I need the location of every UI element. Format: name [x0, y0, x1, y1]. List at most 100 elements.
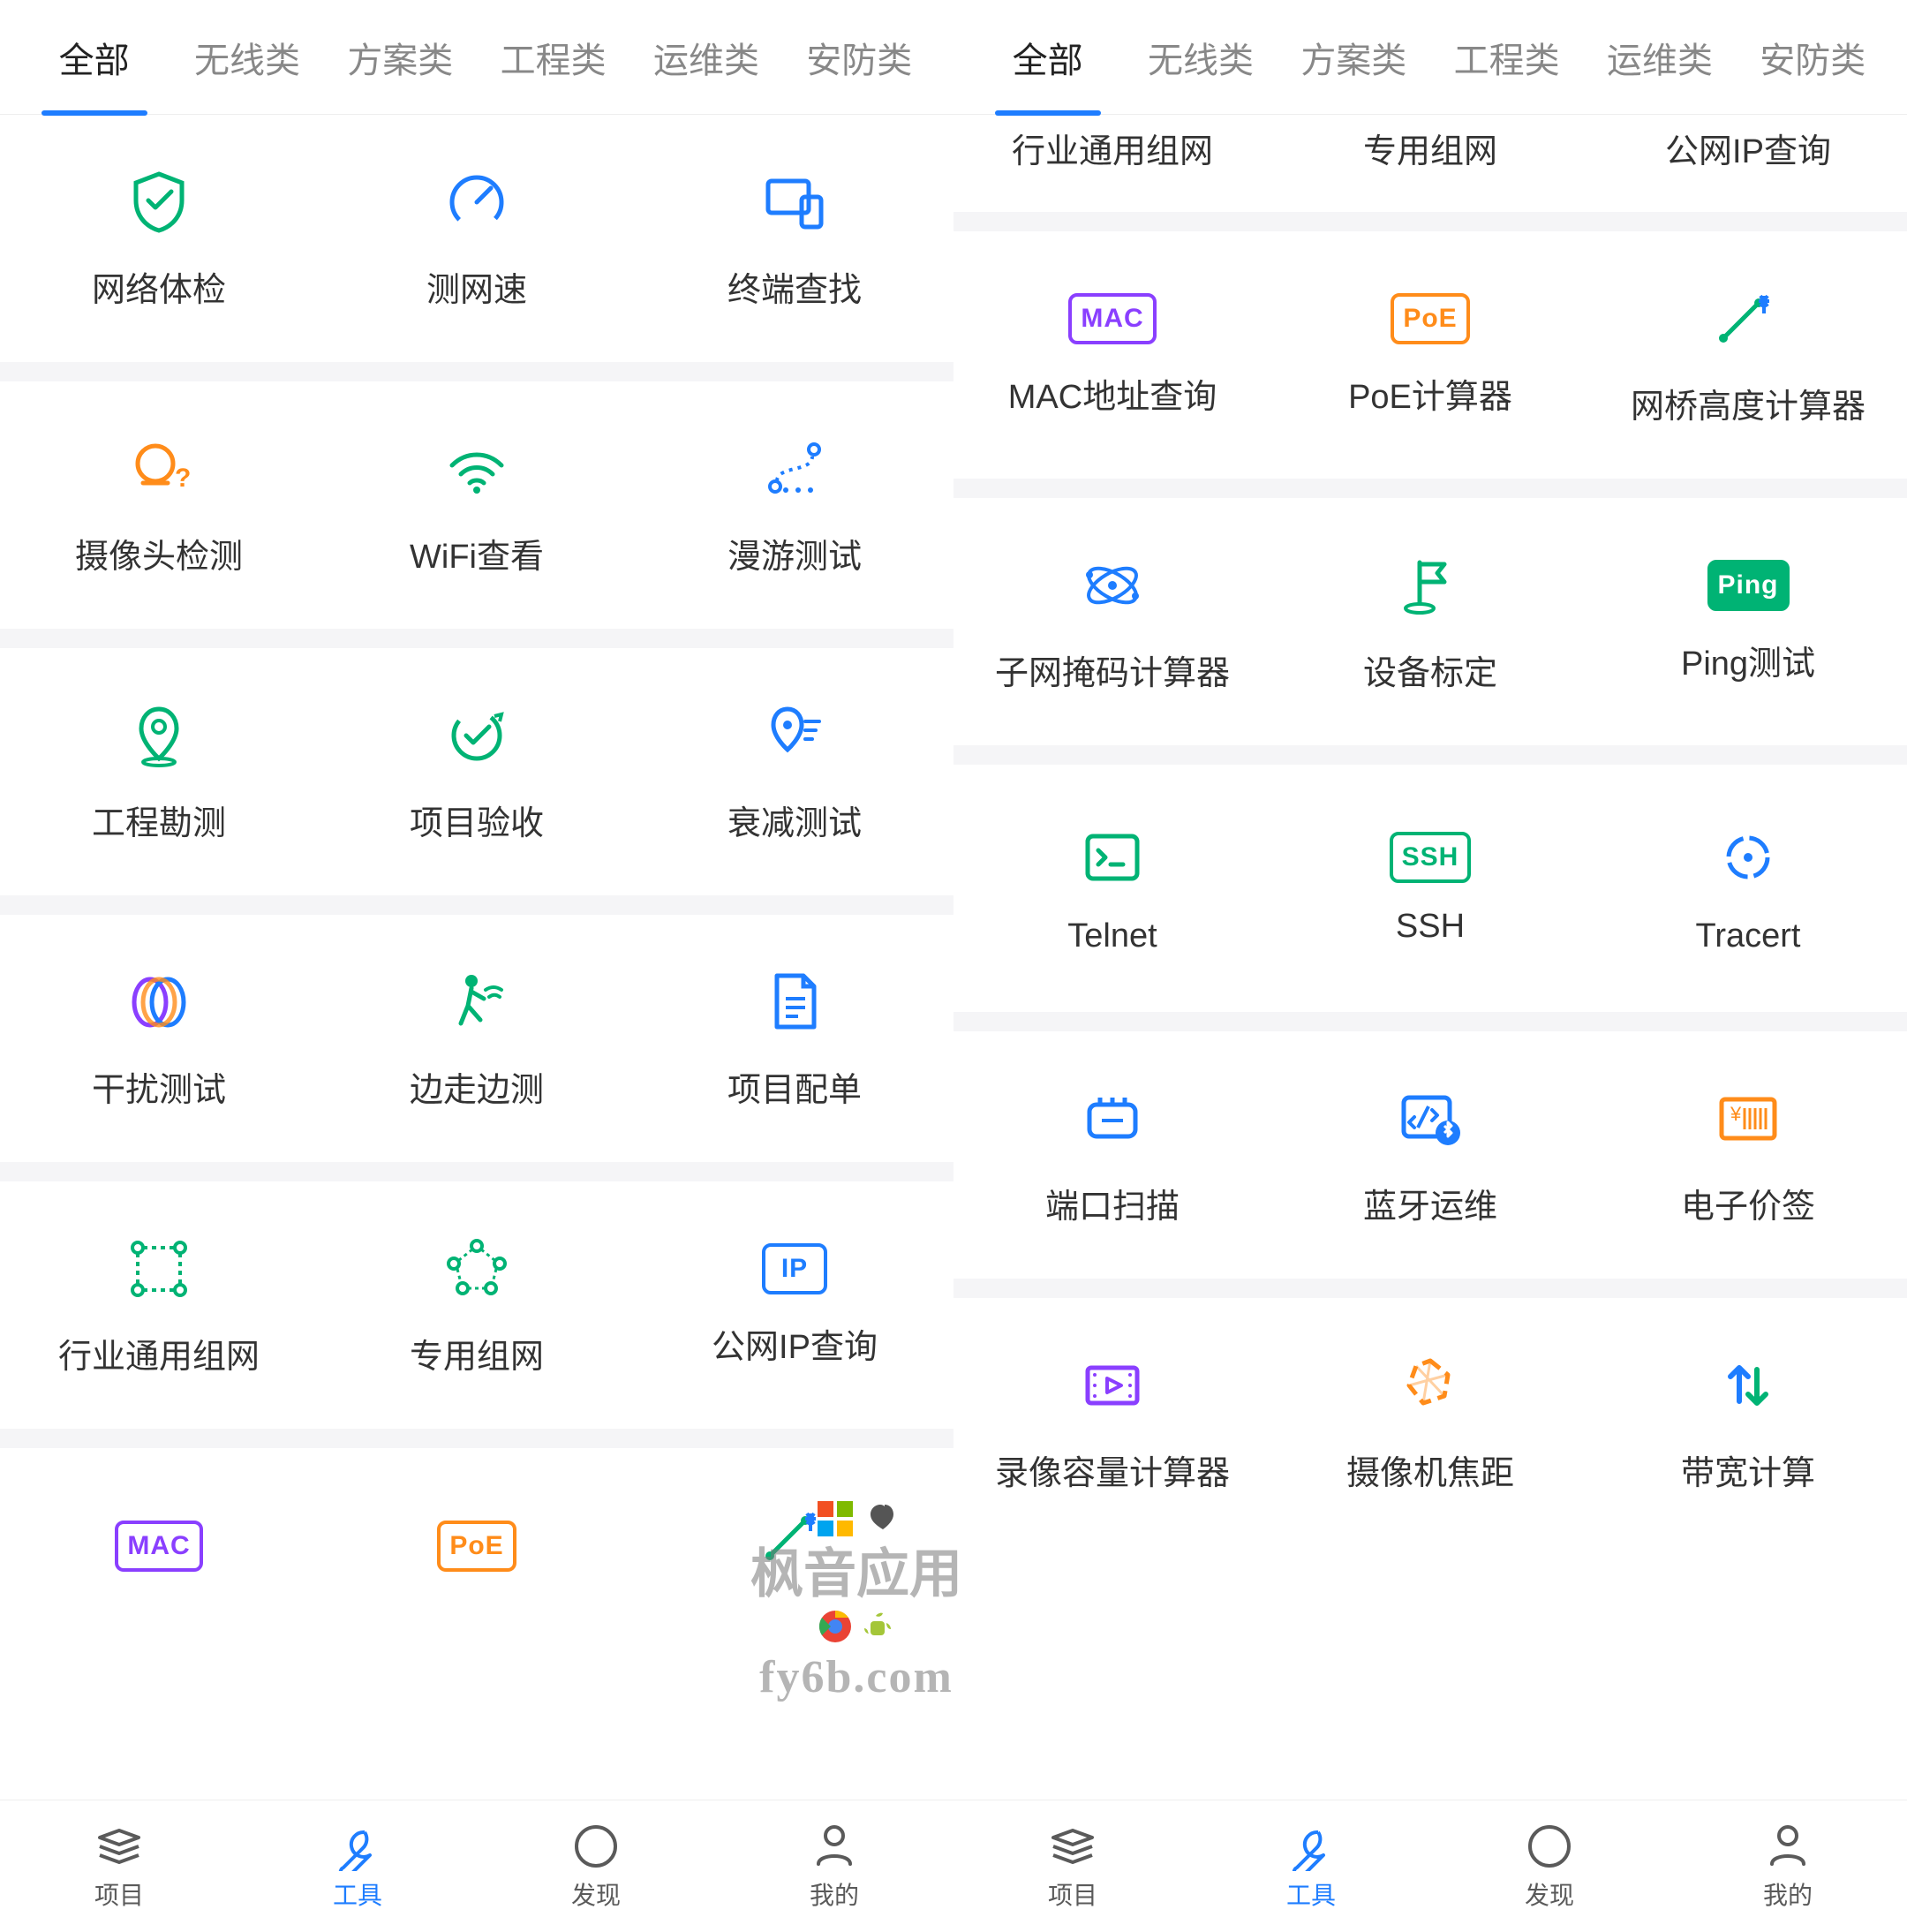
tool-label: Ping测试 [1681, 636, 1815, 684]
tab-wireless[interactable]: 无线类 [170, 0, 323, 115]
bridge-icon [1713, 283, 1783, 354]
portscan-icon [1077, 1083, 1148, 1154]
tool-calib[interactable]: 设备标定 [1271, 498, 1589, 745]
tool-telnet[interactable]: Telnet [954, 765, 1271, 1012]
discover-nav-icon [1525, 1822, 1574, 1871]
section-divider [954, 1012, 1907, 1031]
tool-label: 网络体检 [92, 262, 226, 311]
tool-bridge[interactable]: 网桥高度计算器 [1589, 231, 1907, 479]
tool-net-check[interactable]: 网络体检 [0, 115, 318, 362]
tab-security[interactable]: 安防类 [783, 0, 936, 115]
tab-ops[interactable]: 运维类 [1583, 0, 1736, 115]
tab-ops[interactable]: 运维类 [629, 0, 782, 115]
ip-badge-icon: IP [762, 1243, 827, 1294]
tool-ip[interactable]: IP 公网IP查询 [636, 1181, 954, 1429]
tab-engineering[interactable]: 工程类 [1430, 0, 1583, 115]
tool-label: 漫游测试 [727, 529, 862, 577]
tab-all[interactable]: 全部 [971, 0, 1124, 115]
tool-topo[interactable]: 行业通用组网 [0, 1181, 318, 1429]
tool-poe[interactable]: PoE [318, 1448, 636, 1581]
ping-badge-icon: Ping [1707, 560, 1790, 611]
tools-content-right: 行业通用组网专用组网公网IP查询 MAC MAC地址查询 PoE PoE计算器 … [954, 115, 1907, 1800]
tool-terminal-find[interactable]: 终端查找 [636, 115, 954, 362]
tool-camera-detect[interactable]: 摄像头检测 [0, 381, 318, 629]
tool-roam-test[interactable]: 漫游测试 [636, 381, 954, 629]
nav-project[interactable]: 项目 [954, 1800, 1192, 1932]
tool-focal[interactable]: 摄像机焦距 [1271, 1298, 1589, 1545]
tool-subnet[interactable]: 子网掩码计算器 [954, 498, 1271, 745]
tab-wireless[interactable]: 无线类 [1124, 0, 1277, 115]
nav-discover[interactable]: 发现 [477, 1800, 715, 1932]
tool-label: 工程勘测 [92, 796, 226, 844]
tool-ssh[interactable]: SSH SSH [1271, 765, 1589, 1012]
tool-record[interactable]: 录像容量计算器 [954, 1298, 1271, 1545]
nav-mine[interactable]: 我的 [715, 1800, 954, 1932]
tool-accept[interactable]: 项目验收 [318, 648, 636, 895]
atten-icon [759, 700, 830, 771]
nav-mine[interactable]: 我的 [1669, 1800, 1907, 1932]
tool-group: 工程勘测 项目验收 衰减测试 [0, 648, 954, 895]
tracert-icon [1713, 822, 1783, 893]
tool-bom[interactable]: 项目配单 [636, 915, 954, 1162]
tool-atten[interactable]: 衰减测试 [636, 648, 954, 895]
tool-toplabel-2[interactable]: 公网IP查询 [1589, 115, 1907, 212]
tool-label: 终端查找 [727, 262, 862, 311]
tool-label: 测网速 [426, 262, 527, 311]
section-divider [0, 362, 954, 381]
tool-poe[interactable]: PoE PoE计算器 [1271, 231, 1589, 479]
tab-solution[interactable]: 方案类 [324, 0, 477, 115]
tool-toplabel-0[interactable]: 行业通用组网 [954, 115, 1271, 212]
tool-label: 项目配单 [727, 1062, 862, 1111]
tool-portscan[interactable]: 端口扫描 [954, 1031, 1271, 1279]
tool-survey[interactable]: 工程勘测 [0, 648, 318, 895]
mine-nav-icon [810, 1822, 859, 1871]
tool-wifi-view[interactable]: WiFi查看 [318, 381, 636, 629]
tool-label: 设备标定 [1363, 645, 1497, 694]
tool-label: Telnet [1067, 917, 1157, 955]
nav-tools[interactable]: 工具 [1192, 1800, 1430, 1932]
bottom-nav: 项目 工具 发现 我的 [954, 1800, 1907, 1932]
tool-bandwidth[interactable]: 带宽计算 [1589, 1298, 1907, 1545]
tool-mac[interactable]: MAC MAC地址查询 [954, 231, 1271, 479]
tool-group-partial: MAC PoE [0, 1448, 954, 1581]
tool-label: SSH [1396, 908, 1465, 946]
tool-toplabel-1[interactable]: 专用组网 [1271, 115, 1589, 212]
tool-speed-test[interactable]: 测网速 [318, 115, 636, 362]
tool-group: 端口扫描 蓝牙运维 电子价签 [954, 1031, 1907, 1279]
tab-security[interactable]: 安防类 [1737, 0, 1889, 115]
tool-label: 专用组网 [1363, 124, 1497, 172]
tool-bridge[interactable] [636, 1448, 954, 1581]
project-nav-icon [94, 1822, 144, 1871]
nav-project[interactable]: 项目 [0, 1800, 238, 1932]
tool-label: PoE计算器 [1348, 369, 1512, 418]
tool-label: 专用组网 [410, 1329, 544, 1377]
section-divider [0, 629, 954, 648]
tool-tracert[interactable]: Tracert [1589, 765, 1907, 1012]
tool-group: 子网掩码计算器 设备标定 Ping Ping测试 [954, 498, 1907, 745]
tool-walk-test[interactable]: 边走边测 [318, 915, 636, 1162]
tool-group: 摄像头检测 WiFi查看 漫游测试 [0, 381, 954, 629]
tool-eprice[interactable]: 电子价签 [1589, 1031, 1907, 1279]
nav-label: 工具 [1286, 1876, 1336, 1912]
tool-group: 录像容量计算器 摄像机焦距 带宽计算 [954, 1298, 1907, 1545]
subnet-icon [1077, 550, 1148, 621]
accept-icon [441, 700, 512, 771]
nav-discover[interactable]: 发现 [1430, 1800, 1669, 1932]
tool-label: 行业通用组网 [1012, 124, 1213, 172]
poe-badge-icon: PoE [1391, 293, 1469, 344]
tab-all[interactable]: 全部 [18, 0, 170, 115]
nav-tools[interactable]: 工具 [238, 1800, 477, 1932]
tool-interf[interactable]: 干扰测试 [0, 915, 318, 1162]
speed-test-icon [441, 167, 512, 238]
tab-solution[interactable]: 方案类 [1278, 0, 1430, 115]
tool-mac[interactable]: MAC [0, 1448, 318, 1581]
wifi-view-icon [441, 434, 512, 504]
tool-bluetooth[interactable]: 蓝牙运维 [1271, 1031, 1589, 1279]
tool-label: 干扰测试 [92, 1062, 226, 1111]
tool-ping[interactable]: Ping Ping测试 [1589, 498, 1907, 745]
tool-topo2[interactable]: 专用组网 [318, 1181, 636, 1429]
screen-left: 全部 无线类 方案类 工程类 运维类 安防类 网络体检 测网速 终端查找 摄像头… [0, 0, 954, 1932]
tools-content-left: 网络体检 测网速 终端查找 摄像头检测 WiFi查看 漫游测试 工程勘测 项目验… [0, 115, 954, 1800]
tab-engineering[interactable]: 工程类 [477, 0, 629, 115]
bandwidth-icon [1713, 1350, 1783, 1421]
